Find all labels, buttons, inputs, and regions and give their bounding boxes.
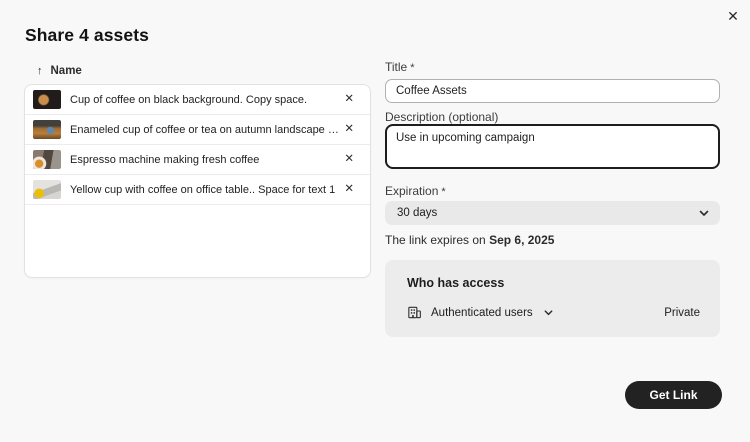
chevron-down-icon [698, 207, 710, 219]
required-asterisk: * [410, 62, 414, 74]
close-icon[interactable]: ✕ [722, 5, 744, 27]
remove-asset-icon[interactable]: ✕ [340, 152, 358, 168]
organization-building-icon [407, 305, 422, 320]
title-label-text: Title [385, 60, 407, 74]
access-heading: Who has access [407, 276, 700, 290]
asset-name: Cup of coffee on black background. Copy … [70, 94, 340, 106]
expiry-date: Sep 6, 2025 [489, 233, 554, 247]
name-column-header: Name [51, 65, 82, 77]
remove-asset-icon[interactable]: ✕ [340, 92, 358, 108]
description-field[interactable]: Use in upcoming campaign [385, 124, 720, 169]
remove-asset-icon[interactable]: ✕ [340, 122, 358, 138]
asset-name: Yellow cup with coffee on office table..… [70, 184, 340, 196]
expiry-note-prefix: The link expires on [385, 233, 489, 247]
access-visibility-badge: Private [664, 307, 700, 319]
page-title: Share 4 assets [25, 25, 149, 46]
asset-list-header[interactable]: ↑ Name [37, 65, 82, 77]
expiration-selected-value: 30 days [397, 207, 698, 219]
asset-name: Enameled cup of coffee or tea on autumn … [70, 124, 340, 136]
sort-ascending-icon: ↑ [37, 65, 43, 77]
expiration-label: Expiration* [385, 184, 446, 198]
title-field[interactable] [385, 79, 720, 103]
who-has-access-panel: Who has access Authenticated users [385, 260, 720, 337]
expiry-note: The link expires on Sep 6, 2025 [385, 233, 554, 247]
asset-thumbnail [33, 120, 61, 139]
asset-list: Cup of coffee on black background. Copy … [24, 84, 371, 278]
title-label: Title* [385, 60, 415, 74]
access-row: Authenticated users Private [407, 305, 700, 320]
asset-row: Yellow cup with coffee on office table..… [25, 175, 370, 205]
description-label: Description (optional) [385, 110, 498, 124]
asset-name: Espresso machine making fresh coffee [70, 154, 340, 166]
share-assets-dialog: ✕ Share 4 assets ↑ Name Cup of coffee on… [0, 0, 750, 442]
asset-thumbnail [33, 90, 61, 109]
asset-thumbnail [33, 180, 61, 199]
chevron-down-icon [543, 307, 554, 318]
get-link-button[interactable]: Get Link [625, 381, 722, 409]
remove-asset-icon[interactable]: ✕ [340, 182, 358, 198]
asset-row: Cup of coffee on black background. Copy … [25, 85, 370, 115]
expiration-label-text: Expiration [385, 184, 438, 198]
required-asterisk: * [441, 186, 445, 198]
expiration-dropdown[interactable]: 30 days [385, 201, 720, 225]
asset-row: Espresso machine making fresh coffee ✕ [25, 145, 370, 175]
asset-thumbnail [33, 150, 61, 169]
asset-row: Enameled cup of coffee or tea on autumn … [25, 115, 370, 145]
access-type-dropdown[interactable]: Authenticated users [431, 307, 554, 319]
access-selected-value: Authenticated users [431, 307, 533, 319]
